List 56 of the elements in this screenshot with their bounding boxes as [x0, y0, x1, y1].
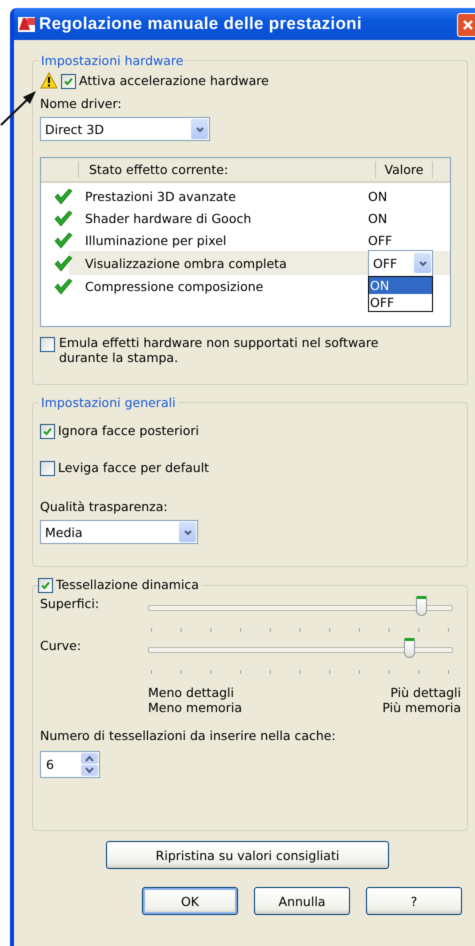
column-header: Stato effetto corrente:	[79, 161, 376, 178]
dropdown[interactable]: Media	[40, 520, 198, 544]
number-spinner[interactable]: 6	[40, 751, 100, 778]
checkbox-label: Ignora facce posteriori	[58, 423, 199, 438]
list-item[interactable]: Visualizzazione ombra completa	[85, 256, 368, 270]
list-item[interactable]: Shader hardware di Gooch	[85, 210, 368, 226]
group-title: Impostazioni hardware	[39, 53, 186, 68]
checkbox[interactable]	[40, 461, 55, 476]
field-label: Nome driver:	[40, 96, 123, 111]
app-icon	[18, 16, 35, 32]
field-label: Qualità trasparenza:	[40, 499, 169, 514]
list-item[interactable]: Illuminazione per pixel	[85, 232, 368, 248]
list-item[interactable]: Compressione composizione	[85, 278, 368, 294]
dropdown-option[interactable]: OFF	[369, 294, 432, 310]
checkmark-icon	[54, 278, 72, 294]
checkbox-label: Leviga facce per default	[58, 460, 210, 475]
field-label: Numero di tessellazioni da inserire nella cache:	[40, 728, 337, 743]
reset-button[interactable]: Ripristina su valori consigliati	[106, 841, 389, 869]
slider-label: Superfici:	[40, 596, 100, 613]
scale-label: Più dettagli	[389, 685, 461, 700]
scale-label: Più memoria	[382, 700, 461, 715]
checkmark-icon	[54, 232, 72, 248]
checkbox-label: Tessellazione dinamica	[56, 577, 199, 592]
dialog-button[interactable]: Annulla	[254, 887, 350, 915]
checkbox[interactable]	[61, 74, 76, 88]
checkmark-icon	[54, 188, 72, 204]
column-header: Valore	[376, 161, 433, 178]
slider-thumb[interactable]	[416, 596, 427, 616]
group-title: Impostazioni generali	[39, 395, 178, 410]
value-text: ON	[368, 210, 388, 226]
value-text: OFF	[368, 232, 392, 248]
scale-label: Meno memoria	[148, 700, 242, 715]
checkmark-icon	[54, 254, 72, 272]
window-title: Regolazione manuale delle prestazioni	[39, 14, 362, 34]
spin-down-icon[interactable]	[81, 765, 98, 776]
slider-label: Curve:	[40, 638, 82, 655]
spin-up-icon[interactable]	[81, 753, 98, 764]
dialog-button[interactable]: OK	[142, 887, 238, 915]
checkmark-icon	[40, 580, 51, 591]
value-text: ON	[368, 188, 388, 204]
checkbox-label: Attiva accelerazione hardware	[79, 72, 269, 88]
scale-label: Meno dettagli	[148, 685, 235, 700]
dialog-button[interactable]: ?	[366, 887, 462, 915]
list-item[interactable]: Prestazioni 3D avanzate	[85, 188, 368, 204]
checkbox[interactable]	[38, 578, 53, 593]
dropdown[interactable]: OFF	[368, 250, 433, 276]
checkmark-icon	[42, 426, 53, 437]
dropdown[interactable]: Direct 3D	[40, 117, 210, 141]
checkmark-icon	[63, 76, 74, 86]
checkbox[interactable]	[40, 337, 55, 352]
warning-icon	[40, 72, 58, 89]
checkbox-label: Emula effetti hardware non supportati nel software durante la stampa.	[59, 335, 380, 365]
slider-thumb[interactable]	[404, 638, 415, 658]
dropdown-option[interactable]: ON	[369, 276, 432, 294]
checkmark-icon	[54, 210, 72, 226]
checkbox[interactable]	[40, 424, 55, 439]
